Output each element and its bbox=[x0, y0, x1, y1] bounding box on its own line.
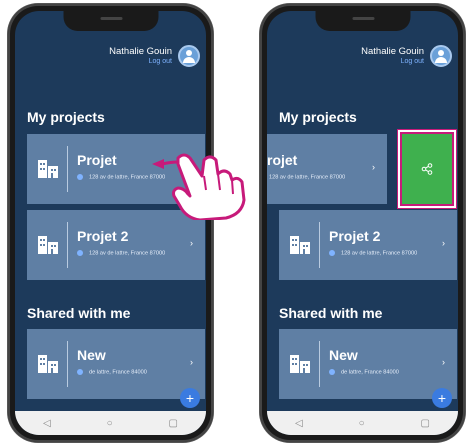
nav-home-icon[interactable]: ○ bbox=[107, 418, 113, 429]
card-address-text: de lattre, France 84000 bbox=[341, 369, 399, 376]
card-title: Projet 2 bbox=[329, 228, 381, 244]
user-block: Nathalie Gouin Log out bbox=[361, 47, 424, 67]
chevron-right-icon[interactable]: › bbox=[190, 238, 193, 248]
section-title-projects: My projects bbox=[27, 109, 105, 125]
chevron-right-icon[interactable]: › bbox=[190, 357, 193, 367]
card-address-text: de lattre, France 84000 bbox=[89, 369, 147, 376]
phone-notch bbox=[63, 11, 158, 31]
project-card[interactable]: New de lattre, France 84000 › bbox=[27, 329, 205, 399]
location-pin-icon bbox=[329, 369, 335, 375]
logout-link[interactable]: Log out bbox=[109, 57, 172, 67]
location-pin-icon bbox=[77, 174, 83, 180]
phone-right: Nathalie Gouin Log out My projects rojet… bbox=[260, 4, 465, 442]
android-nav-bar: ◁ ○ ▢ bbox=[15, 411, 206, 435]
building-icon bbox=[290, 236, 310, 254]
project-card[interactable]: New de lattre, France 84000 › bbox=[279, 329, 457, 399]
nav-back-icon[interactable]: ◁ bbox=[43, 418, 51, 429]
chevron-right-icon[interactable]: › bbox=[442, 357, 445, 367]
share-action-button[interactable] bbox=[400, 132, 454, 206]
section-title-shared: Shared with me bbox=[279, 305, 383, 321]
card-address: 128 av de lattre, France 87000 bbox=[267, 174, 345, 180]
nav-recent-icon[interactable]: ▢ bbox=[169, 418, 178, 429]
nav-home-icon[interactable]: ○ bbox=[359, 418, 365, 429]
avatar[interactable] bbox=[430, 45, 452, 67]
project-card[interactable]: Projet 2 128 av de lattre, France 87000 … bbox=[27, 210, 205, 280]
chevron-right-icon[interactable]: › bbox=[442, 238, 445, 248]
project-card[interactable]: Projet 2 128 av de lattre, France 87000 … bbox=[279, 210, 457, 280]
card-divider bbox=[319, 341, 320, 387]
avatar[interactable] bbox=[178, 45, 200, 67]
card-address-text: 128 av de lattre, France 87000 bbox=[269, 174, 346, 181]
app-screen-left: Nathalie Gouin Log out My projects Proje… bbox=[15, 11, 206, 435]
share-icon bbox=[421, 163, 433, 175]
card-title: New bbox=[77, 347, 106, 363]
card-divider bbox=[319, 222, 320, 268]
card-divider bbox=[67, 146, 68, 192]
card-address: de lattre, France 84000 bbox=[77, 369, 147, 375]
card-address-text: 128 av de lattre, France 87000 bbox=[341, 250, 418, 257]
building-icon bbox=[38, 355, 58, 373]
user-block: Nathalie Gouin Log out bbox=[109, 47, 172, 67]
nav-recent-icon[interactable]: ▢ bbox=[421, 418, 430, 429]
card-address: de lattre, France 84000 bbox=[329, 369, 399, 375]
add-project-button[interactable]: + bbox=[432, 388, 452, 408]
location-pin-icon bbox=[329, 250, 335, 256]
building-icon bbox=[290, 355, 310, 373]
user-name: Nathalie Gouin bbox=[361, 46, 424, 57]
android-nav-bar: ◁ ○ ▢ bbox=[267, 411, 458, 435]
location-pin-icon bbox=[77, 369, 83, 375]
user-name: Nathalie Gouin bbox=[109, 46, 172, 57]
card-divider bbox=[67, 341, 68, 387]
card-title: Projet bbox=[77, 152, 117, 168]
building-icon bbox=[38, 236, 58, 254]
swipe-hand-icon bbox=[152, 153, 246, 220]
card-address: 128 av de lattre, France 87000 bbox=[329, 250, 417, 256]
card-title: Projet 2 bbox=[77, 228, 129, 244]
app-screen-right: Nathalie Gouin Log out My projects rojet… bbox=[267, 11, 458, 435]
phone-left: Nathalie Gouin Log out My projects Proje… bbox=[8, 4, 213, 442]
card-address-text: 128 av de lattre, France 87000 bbox=[89, 250, 166, 257]
project-card-swiped[interactable]: rojet 128 av de lattre, France 87000 › bbox=[267, 134, 387, 204]
location-pin-icon bbox=[77, 250, 83, 256]
card-title: New bbox=[329, 347, 358, 363]
nav-back-icon[interactable]: ◁ bbox=[295, 418, 303, 429]
card-divider bbox=[67, 222, 68, 268]
section-title-projects: My projects bbox=[279, 109, 357, 125]
chevron-right-icon[interactable]: › bbox=[372, 162, 375, 172]
card-title: rojet bbox=[267, 152, 298, 168]
card-address: 128 av de lattre, France 87000 bbox=[77, 250, 165, 256]
add-project-button[interactable]: + bbox=[180, 388, 200, 408]
logout-link[interactable]: Log out bbox=[361, 57, 424, 67]
speaker bbox=[352, 17, 374, 20]
phone-notch bbox=[315, 11, 410, 31]
section-title-shared: Shared with me bbox=[27, 305, 131, 321]
speaker bbox=[100, 17, 122, 20]
building-icon bbox=[38, 160, 58, 178]
